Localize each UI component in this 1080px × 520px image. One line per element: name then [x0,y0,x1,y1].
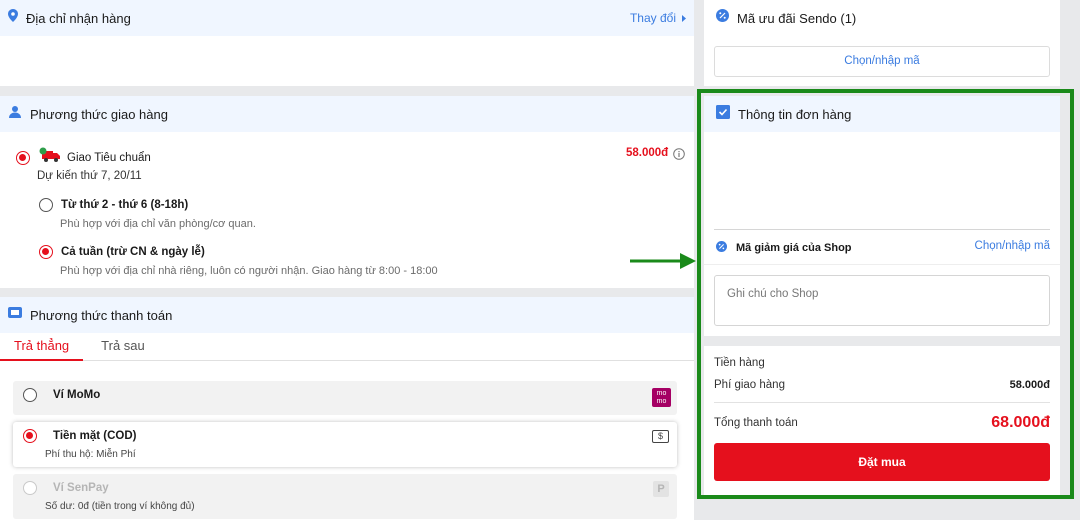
shipping-option-radio[interactable] [39,245,53,259]
delivery-person-icon [8,105,22,124]
shipping-option-label: Cả tuần (trừ CN & ngày lễ) [61,246,205,258]
tab-pay-later[interactable]: Trả sau [87,333,159,361]
shipping-panel: Phương thức giao hàng Giao Tiêu chuẩn 58… [0,96,694,288]
payment-method-radio[interactable] [23,429,37,443]
shipping-method-name: Giao Tiêu chuẩn [67,151,151,164]
order-summary-panel: Tiền hàng Phí giao hàng 58.000đ Tổng tha… [704,346,1060,496]
address-panel: Địa chỉ nhận hàng Thay đổi [0,0,694,86]
shipping-option-radio[interactable] [39,198,53,212]
divider [704,264,1060,265]
shipping-method-price: 58.000đ [626,147,669,159]
total-label: Tổng thanh toán [714,417,798,429]
shipping-fee-value: 58.000đ [1009,379,1050,391]
sendo-coupon-panel: Mã ưu đãi Sendo (1) Chọn/nhập mã [704,0,1060,86]
delivery-truck-icon [38,147,62,168]
order-info-title: Thông tin đơn hàng [738,106,852,122]
payment-method-sub: Phí thu hộ: Miễn Phí [45,449,136,460]
shipping-option-label: Từ thứ 2 - thứ 6 (8-18h) [61,199,189,211]
shipping-header: Phương thức giao hàng [0,96,694,132]
sendo-coupon-header: Mã ưu đãi Sendo (1) [704,0,1060,36]
shipping-option-desc: Phù hợp với địa chỉ nhà riêng, luôn có n… [60,265,438,277]
shipping-option-allweek[interactable]: Cả tuần (trừ CN & ngày lễ) [39,245,205,259]
change-address-link[interactable]: Thay đổi [630,11,686,25]
subtotal-label: Tiền hàng [714,357,765,369]
cash-icon: $ [652,430,669,443]
sendo-coupon-title: Mã ưu đãi Sendo (1) [737,10,857,26]
address-header: Địa chỉ nhận hàng Thay đổi [0,0,694,36]
choose-shop-coupon-link[interactable]: Chọn/nhập mã [975,240,1050,252]
payment-title: Phương thức thanh toán [30,307,173,323]
info-icon[interactable] [673,147,685,165]
location-pin-icon [8,9,18,27]
payment-method-momo[interactable]: Ví MoMo mo mo [13,381,677,415]
change-address-label: Thay đổi [629,11,676,25]
tab-pay-now[interactable]: Trả thẳng [0,333,84,361]
shipping-option-desc: Phù hợp với địa chỉ văn phòng/cơ quan. [60,218,256,230]
shipping-method-radio[interactable] [16,150,30,165]
payment-panel: Phương thức thanh toán Trả thẳng Trả sau… [0,297,694,520]
payment-method-sub: Số dư: 0đ (tiền trong ví không đủ) [45,501,195,512]
shop-coupon-row: Mã giảm giá của Shop [716,239,852,257]
choose-coupon-button[interactable]: Chọn/nhập mã [714,46,1050,77]
senpay-icon: P [653,481,669,497]
shipping-option-weekday[interactable]: Từ thứ 2 - thứ 6 (8-18h) [39,198,188,212]
payment-method-senpay: Ví SenPay Số dư: 0đ (tiền trong ví không… [13,474,677,519]
order-info-header: Thông tin đơn hàng [704,96,1060,132]
divider [714,402,1050,403]
wallet-icon [8,306,22,324]
green-arrow-icon [630,252,696,275]
chevron-right-icon [682,11,686,25]
address-title: Địa chỉ nhận hàng [26,10,131,26]
order-info-panel: Thông tin đơn hàng Mã giảm giá của Shop … [704,96,1060,336]
place-order-button[interactable]: Đặt mua [714,443,1050,481]
shipping-method-standard[interactable]: Giao Tiêu chuẩn [16,147,151,168]
payment-method-radio [23,481,37,495]
total-value: 68.000đ [991,414,1050,431]
shipping-fee-label: Phí giao hàng [714,379,785,391]
payment-method-name: Tiền mặt (COD) [53,430,137,442]
shop-note-textarea[interactable] [714,275,1050,326]
clipboard-check-icon [716,104,730,124]
momo-icon: mo mo [652,388,671,407]
discount-icon [716,239,727,257]
divider [714,229,1050,230]
payment-method-name: Ví MoMo [53,389,101,401]
payment-tabs: Trả thẳng Trả sau [0,333,694,361]
shipping-title: Phương thức giao hàng [30,106,168,122]
payment-method-cod[interactable]: Tiền mặt (COD) Phí thu hộ: Miễn Phí $ [13,422,677,467]
payment-method-name: Ví SenPay [53,482,109,494]
payment-header: Phương thức thanh toán [0,297,694,333]
shop-coupon-label: Mã giảm giá của Shop [736,242,852,254]
payment-method-radio[interactable] [23,388,37,402]
shipping-eta: Dự kiến thứ 7, 20/11 [37,170,142,182]
discount-icon [716,9,729,27]
